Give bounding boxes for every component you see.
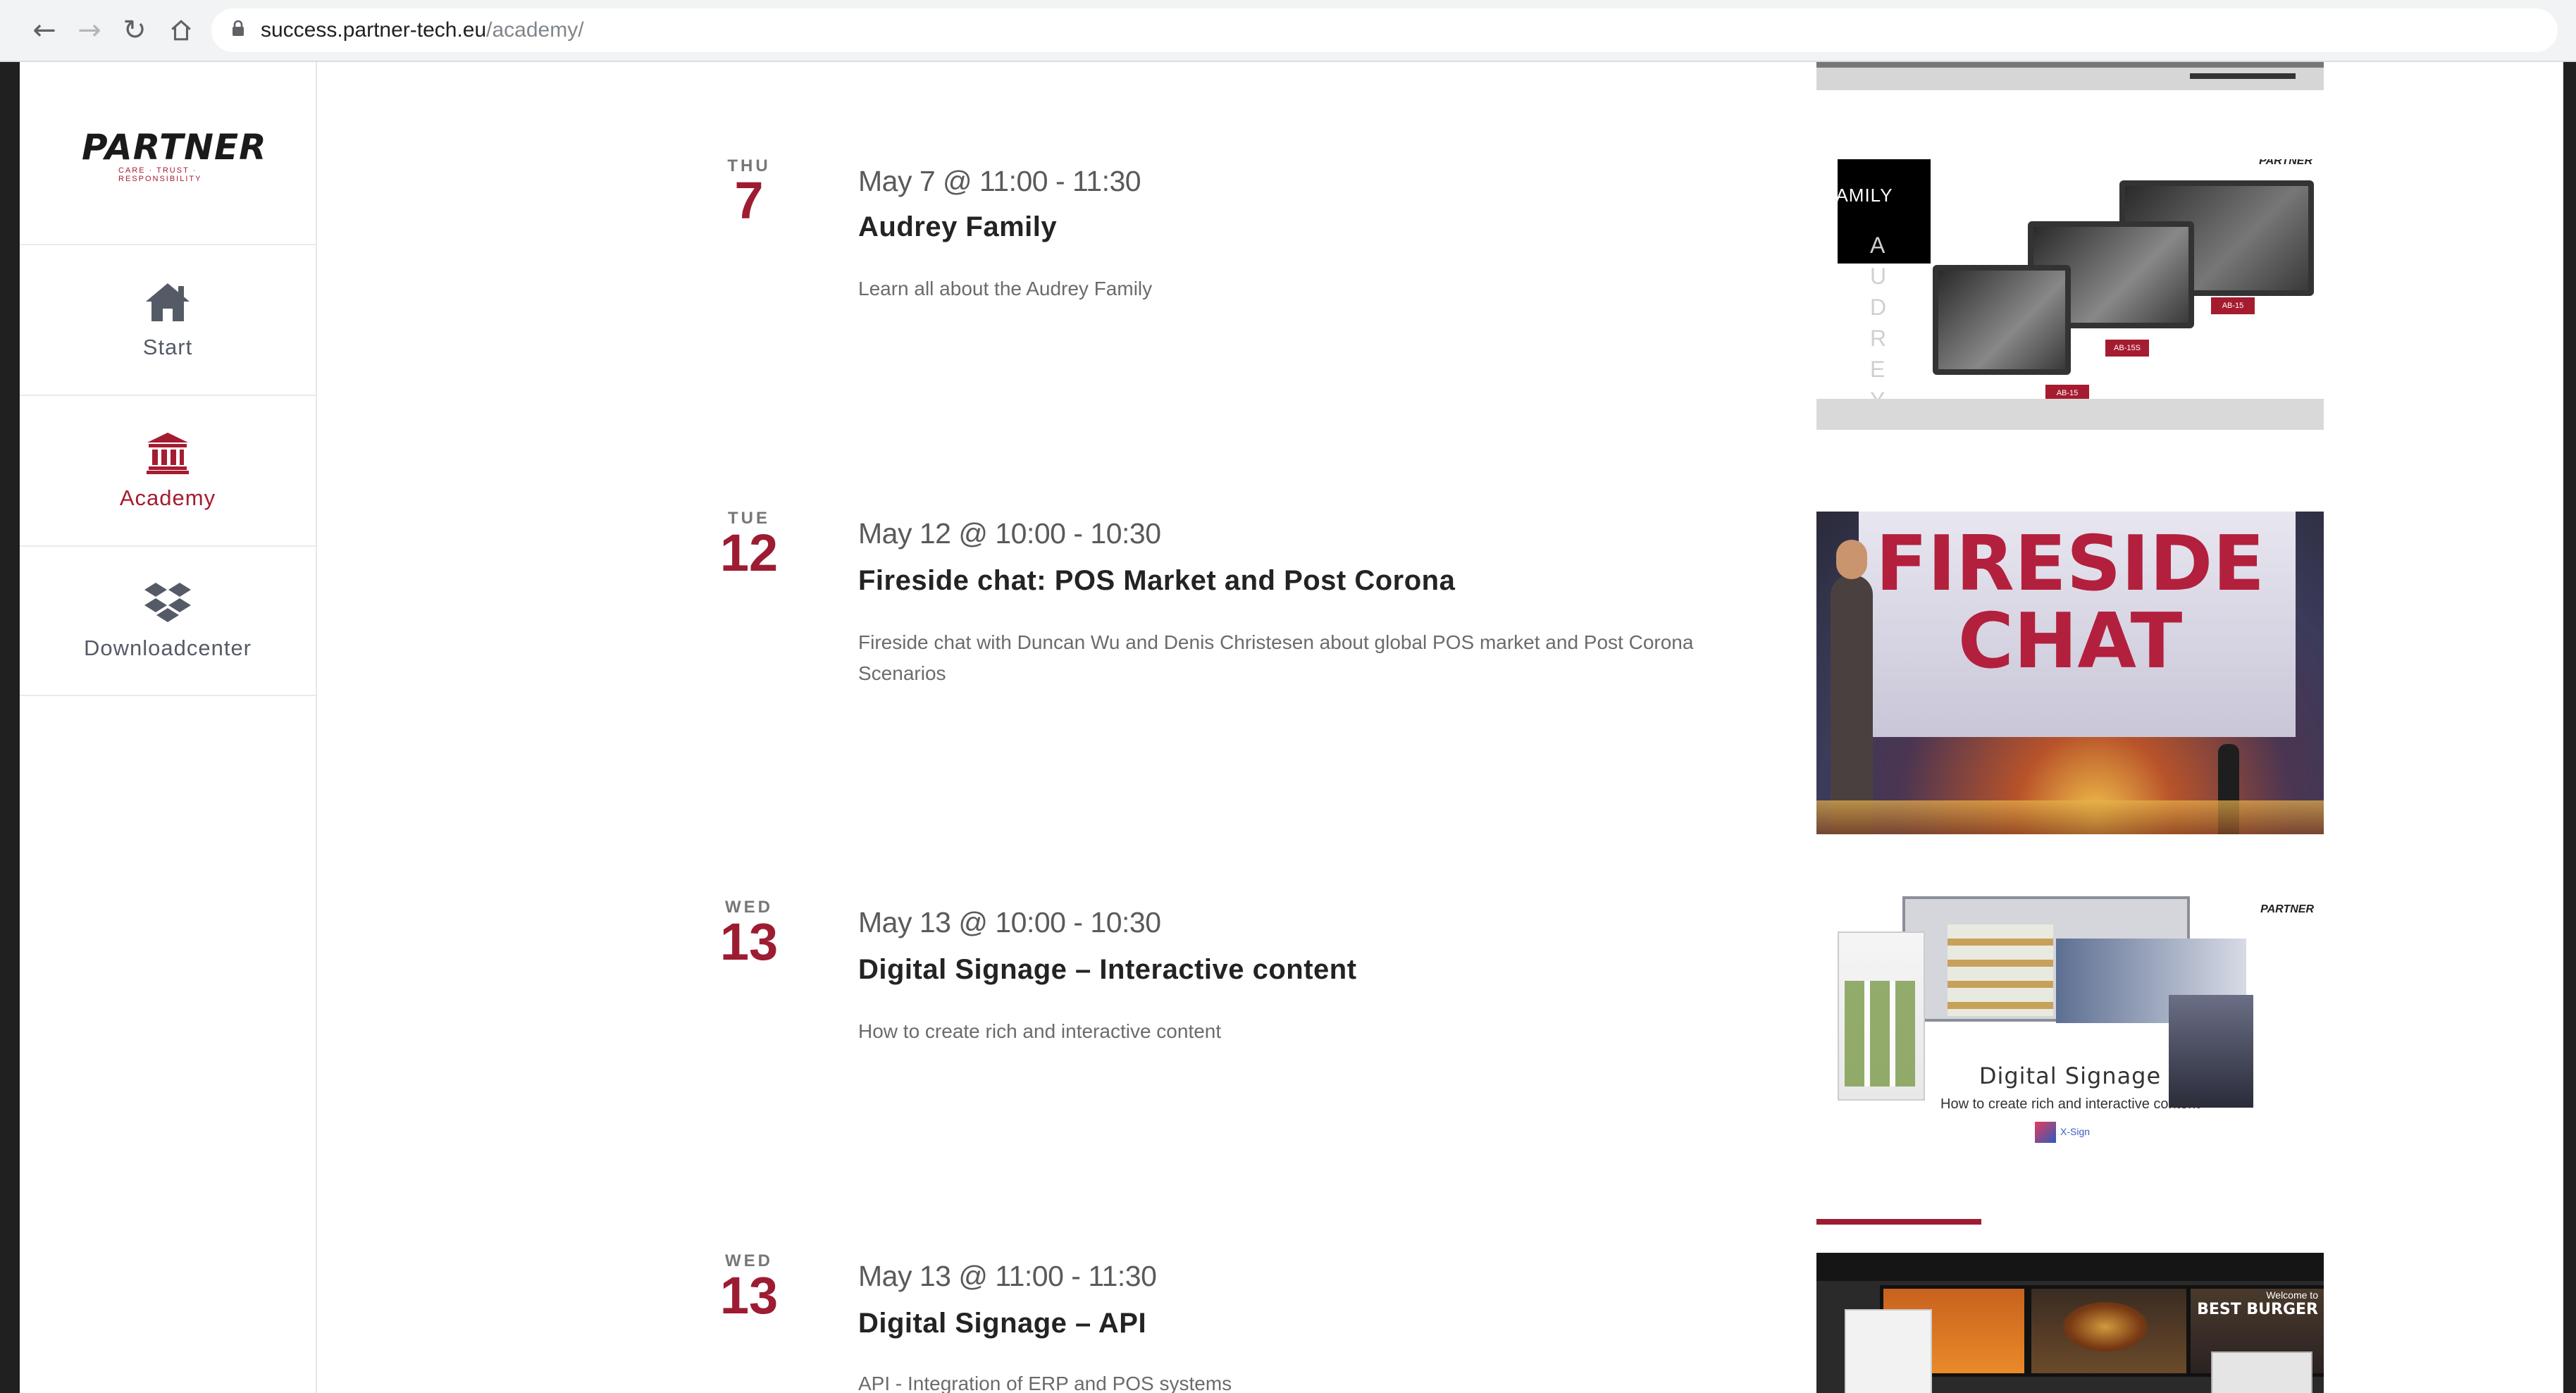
image-word: FAMILY: [1825, 185, 1893, 206]
event-time: May 7 @ 11:00 - 11:30: [858, 165, 1141, 197]
browser-toolbar: ← → ↻ success.partner-tech.eu/academy/: [0, 0, 2576, 62]
event-description: How to create rich and interactive conte…: [858, 1020, 1222, 1042]
event-time: May 12 @ 10:00 - 10:30: [858, 517, 1161, 550]
back-arrow-icon[interactable]: ←: [24, 10, 65, 51]
image-tag: AB-15S: [2105, 340, 2149, 357]
sidebar-item-start[interactable]: Start: [20, 244, 316, 395]
event-day: 7: [734, 171, 764, 230]
image-banner-top: Welcome to: [2266, 1289, 2318, 1301]
image-tag: AB-15: [2211, 297, 2255, 314]
logo-wordmark: PARTNER: [82, 127, 267, 168]
address-bar[interactable]: success.partner-tech.eu/academy/: [211, 8, 2558, 52]
image-caption: Digital Signage: [1979, 1063, 2162, 1089]
image-line2: CHAT: [1957, 598, 2183, 686]
event-title-link[interactable]: Digital Signage – API: [858, 1308, 1146, 1339]
previous-event-image[interactable]: [1816, 62, 2324, 90]
event-description: Learn all about the Audrey Family: [858, 278, 1153, 299]
event-title-link[interactable]: Fireside chat: POS Market and Post Coron…: [858, 565, 1455, 597]
home-icon: [142, 280, 193, 325]
event-day: 13: [719, 1266, 779, 1325]
reload-icon[interactable]: ↻: [114, 10, 155, 51]
sidebar-item-downloadcenter[interactable]: Downloadcenter: [20, 545, 316, 696]
home-browser-icon[interactable]: [161, 10, 202, 51]
event-title-link[interactable]: Digital Signage – Interactive content: [858, 954, 1357, 986]
image-subcaption: How to create rich and interactive conte…: [1940, 1096, 2200, 1112]
image-banner: BEST BURGER: [2197, 1301, 2318, 1318]
event-image-best-burger[interactable]: Welcome to BEST BURGER: [1816, 1253, 2324, 1393]
image-logo-text: X-Sign: [2060, 1126, 2091, 1137]
event-image-audrey[interactable]: FAMILY AUDREY PARTNER AB-15 AB-15S AB-15: [1816, 159, 2324, 430]
partner-logo[interactable]: PARTNER CARE · TRUST · RESPONSIBILITY: [82, 127, 267, 183]
sidebar-item-label: Start: [142, 335, 193, 359]
forward-arrow-icon[interactable]: →: [69, 10, 110, 51]
event-day: 12: [719, 524, 779, 582]
event-image-fireside-chat[interactable]: FIRESIDE CHAT: [1816, 512, 2324, 834]
sidebar-item-academy[interactable]: Academy: [20, 395, 316, 545]
event-image-digital-signage[interactable]: PARTNER Digital Signage How to create ri…: [1816, 896, 2324, 1229]
image-vertical-letters: AUDREY: [1870, 233, 1887, 413]
logo-tagline: CARE · TRUST · RESPONSIBILITY: [118, 166, 202, 183]
event-time: May 13 @ 10:00 - 10:30: [858, 906, 1161, 939]
image-brand: PARTNER: [2260, 903, 2314, 915]
dropbox-icon: [142, 581, 193, 626]
image-line1: FIRESIDE: [1875, 520, 2265, 608]
bank-icon: [142, 431, 193, 476]
page-viewport: PARTNER CARE · TRUST · RESPONSIBILITY St…: [20, 62, 2563, 1393]
event-title-link[interactable]: Audrey Family: [858, 211, 1057, 243]
sidebar-item-label: Downloadcenter: [83, 636, 252, 660]
sidebar-item-label: Academy: [119, 485, 216, 510]
lock-icon: [231, 20, 245, 42]
image-brand: PARTNER: [2259, 159, 2312, 167]
image-progress-bar: [1816, 1219, 1981, 1225]
sidebar: PARTNER CARE · TRUST · RESPONSIBILITY St…: [20, 62, 317, 1393]
event-description: API - Integration of ERP and POS systems: [858, 1373, 1232, 1393]
url-path: /academy/: [486, 18, 584, 42]
url-host: success.partner-tech.eu: [261, 18, 487, 42]
event-description: Fireside chat with Duncan Wu and Denis C…: [858, 631, 1694, 684]
event-day: 13: [719, 912, 779, 971]
event-time: May 13 @ 11:00 - 11:30: [858, 1260, 1157, 1292]
